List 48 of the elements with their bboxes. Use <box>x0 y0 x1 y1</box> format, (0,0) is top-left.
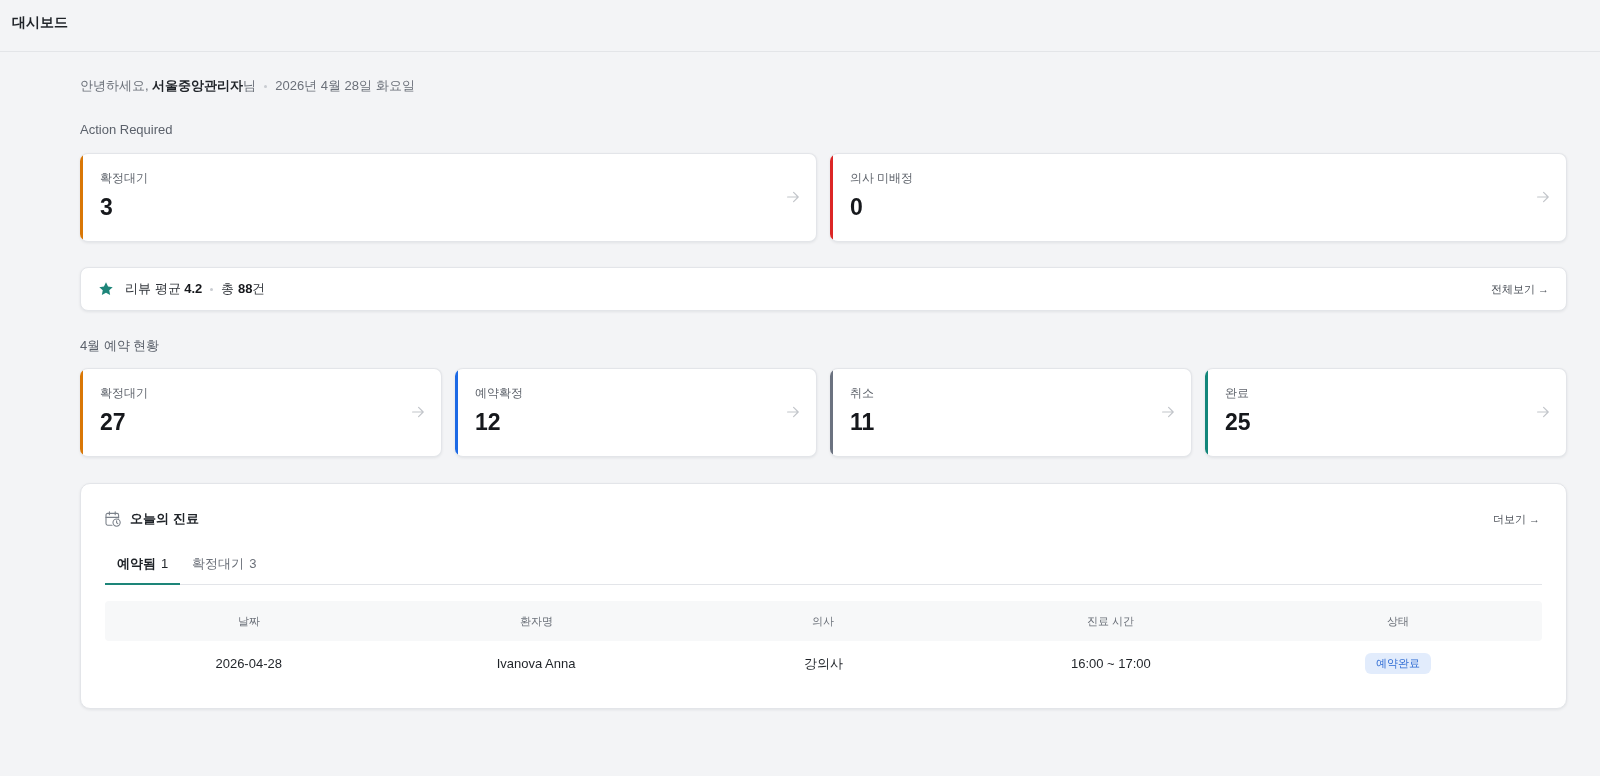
section-title: 4월 예약 현황 <box>80 337 161 355</box>
status-badge: 예약완료 <box>1365 653 1432 674</box>
status-card[interactable]: 취소 11 <box>830 368 1192 457</box>
panel-title: 오늘의 진료 <box>130 510 199 528</box>
arrow-right-icon <box>412 405 424 418</box>
column-header: 상태 <box>1386 613 1411 629</box>
status-card[interactable]: 예약확정 12 <box>455 368 817 457</box>
view-all-link[interactable]: 전체보기 → <box>1490 281 1549 297</box>
arrow-right-icon <box>1537 190 1549 203</box>
card-label: 확정대기 <box>100 170 148 187</box>
table-cell: 16:00 ~ 17:00 <box>1070 656 1151 671</box>
column-header: 날짜 <box>236 613 261 629</box>
date-text: 2026년 4월 28일 화요일 <box>275 77 415 95</box>
status-card[interactable]: 확정대기 27 <box>80 368 442 457</box>
table-cell: 강의사 <box>804 654 843 673</box>
arrow-right-icon <box>1537 405 1549 418</box>
more-link[interactable]: 더보기 → <box>1492 511 1540 527</box>
arrow-right-icon <box>1162 405 1174 418</box>
arrow-right-icon <box>787 190 799 203</box>
greeting-text: 안녕하세요, 서울중앙관리자님 <box>80 77 257 95</box>
arrow-right-icon <box>787 405 799 418</box>
card-label: 확정대기 <box>100 385 148 402</box>
action-card[interactable]: 의사 미배정 0 <box>830 153 1567 242</box>
table-cell: 2026-04-28 <box>215 656 282 671</box>
review-average-text: 리뷰 평균 4.2 <box>125 280 203 298</box>
tab[interactable]: 예약됨 1 <box>105 546 181 585</box>
card-label: 취소 <box>850 385 874 402</box>
page-title: 대시보드 <box>12 13 68 32</box>
section-title: Action Required <box>80 121 174 139</box>
column-header: 의사 <box>811 613 836 629</box>
star-icon <box>99 282 113 296</box>
card-label: 의사 미배정 <box>850 170 914 187</box>
table-cell: Ivanova Anna <box>496 656 576 671</box>
card-value: 25 <box>1225 408 1251 437</box>
column-header: 환자명 <box>518 613 554 629</box>
review-count-text: 총 88건 <box>221 280 266 298</box>
tab[interactable]: 확정대기 3 <box>180 546 269 585</box>
calendar-clock-icon <box>105 511 121 527</box>
card-value: 12 <box>475 408 501 437</box>
column-header: 진료 시간 <box>1086 613 1136 629</box>
card-label: 예약확정 <box>475 385 523 402</box>
card-value: 0 <box>850 193 863 222</box>
card-value: 3 <box>100 193 113 222</box>
card-value: 11 <box>850 408 875 437</box>
action-card[interactable]: 확정대기 3 <box>80 153 817 242</box>
card-label: 완료 <box>1225 385 1249 402</box>
card-value: 27 <box>100 408 126 437</box>
status-card[interactable]: 완료 25 <box>1205 368 1567 457</box>
